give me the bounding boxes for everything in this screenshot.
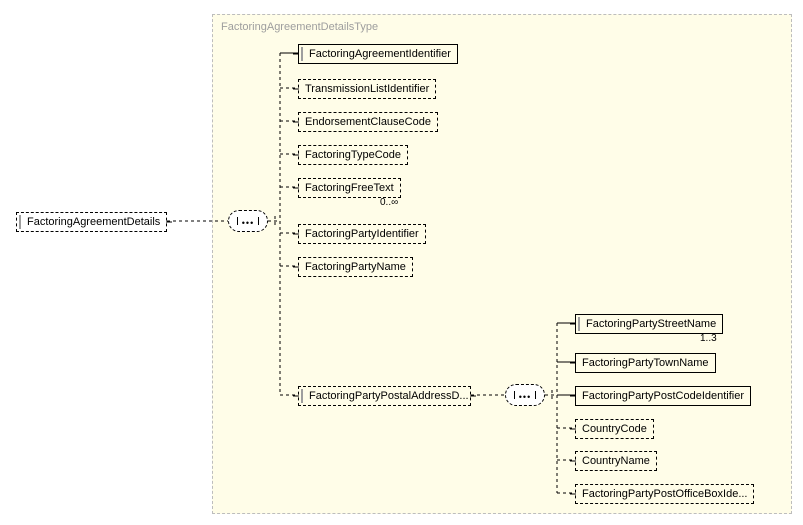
connector-stub-icon xyxy=(293,54,299,55)
connector-stub-icon xyxy=(293,267,299,268)
node-factoring-free-text[interactable]: FactoringFreeText xyxy=(298,178,401,198)
multiplicity-label: 1..3 xyxy=(700,333,717,344)
connector-stub-icon xyxy=(570,324,576,325)
node-transmission-list-identifier[interactable]: TransmissionListIdentifier xyxy=(298,79,436,99)
node-factoring-party-postal-address-details[interactable]: FactoringPartyPostalAddressD... xyxy=(298,386,471,406)
connector-stub-icon xyxy=(570,461,576,462)
node-label: FactoringPartyIdentifier xyxy=(305,228,419,240)
connector-stub-icon xyxy=(293,122,299,123)
node-root[interactable]: FactoringAgreementDetails xyxy=(16,212,167,232)
node-label: FactoringPartyTownName xyxy=(582,357,709,369)
node-label: TransmissionListIdentifier xyxy=(305,83,429,95)
node-factoring-party-post-code-identifier[interactable]: FactoringPartyPostCodeIdentifier xyxy=(575,386,751,406)
sequence-inner-icon: ••• xyxy=(514,391,536,399)
connector-stub-icon xyxy=(570,396,576,397)
sequence-inner-icon: ••• xyxy=(237,217,259,225)
connector-stub-icon xyxy=(570,363,576,364)
node-label: FactoringPartyPostalAddressD... xyxy=(309,390,469,402)
node-label: CountryName xyxy=(582,455,650,467)
node-label: FactoringPartyName xyxy=(305,261,406,273)
node-label: CountryCode xyxy=(582,423,647,435)
node-endorsement-clause-code[interactable]: EndorsementClauseCode xyxy=(298,112,438,132)
node-label: FactoringTypeCode xyxy=(305,149,401,161)
node-label: FactoringPartyStreetName xyxy=(586,318,716,330)
attributes-indicator-icon xyxy=(19,215,21,229)
attributes-indicator-icon xyxy=(578,317,580,331)
connector-stub-icon xyxy=(293,234,299,235)
node-country-code[interactable]: CountryCode xyxy=(575,419,654,439)
connector-stub-icon xyxy=(570,429,576,430)
attributes-indicator-icon xyxy=(301,389,303,403)
connector-stub-icon xyxy=(570,494,576,495)
node-label: EndorsementClauseCode xyxy=(305,116,431,128)
attributes-indicator-icon xyxy=(301,47,303,61)
sequence-connector[interactable]: ••• xyxy=(505,384,545,406)
connector-stub-icon xyxy=(293,89,299,90)
node-label: FactoringAgreementDetails xyxy=(27,216,160,228)
node-label: FactoringPartyPostOfficeBoxIde... xyxy=(582,488,747,500)
sequence-dots-icon: ••• xyxy=(238,220,258,226)
connector-stub-icon xyxy=(293,396,299,397)
connector-stub-icon xyxy=(470,396,476,397)
node-factoring-agreement-identifier[interactable]: FactoringAgreementIdentifier xyxy=(298,44,458,64)
diagram-canvas: FactoringAgreementDetailsType xyxy=(0,0,803,525)
node-factoring-party-street-name[interactable]: FactoringPartyStreetName xyxy=(575,314,723,334)
node-country-name[interactable]: CountryName xyxy=(575,451,657,471)
node-label: FactoringAgreementIdentifier xyxy=(309,48,451,60)
sequence-dots-icon: ••• xyxy=(515,394,535,400)
sequence-connector[interactable]: ••• xyxy=(228,210,268,232)
node-factoring-party-name[interactable]: FactoringPartyName xyxy=(298,257,413,277)
multiplicity-label: 0..∞ xyxy=(380,197,398,208)
connector-stub-icon xyxy=(293,188,299,189)
node-factoring-party-town-name[interactable]: FactoringPartyTownName xyxy=(575,353,716,373)
node-factoring-party-post-office-box-identifier[interactable]: FactoringPartyPostOfficeBoxIde... xyxy=(575,484,754,504)
connector-stub-icon xyxy=(293,155,299,156)
node-factoring-party-identifier[interactable]: FactoringPartyIdentifier xyxy=(298,224,426,244)
node-factoring-type-code[interactable]: FactoringTypeCode xyxy=(298,145,408,165)
connector-stub-icon xyxy=(166,222,172,223)
node-label: FactoringPartyPostCodeIdentifier xyxy=(582,390,744,402)
node-label: FactoringFreeText xyxy=(305,182,394,194)
